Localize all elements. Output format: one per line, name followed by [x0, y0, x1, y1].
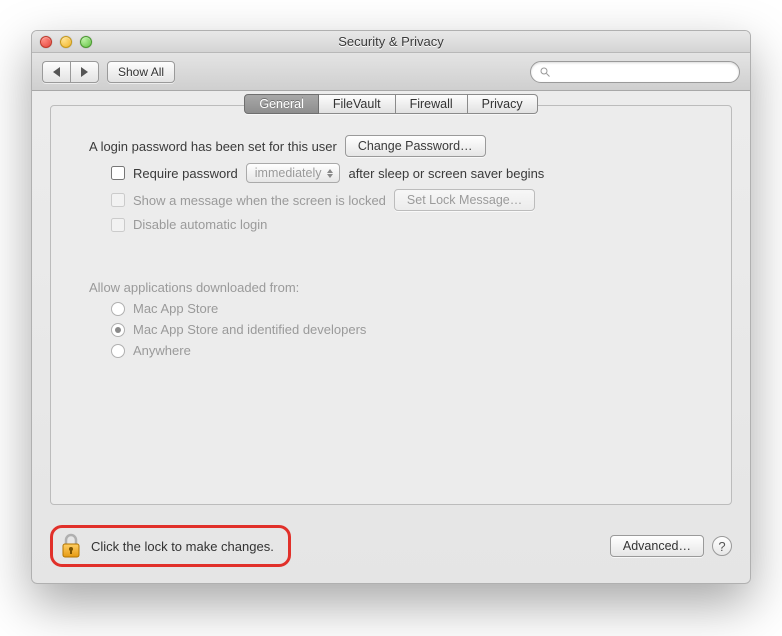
gatekeeper-radio-identified: [111, 323, 125, 337]
tab-general[interactable]: General: [244, 94, 318, 114]
search-input[interactable]: [555, 64, 731, 80]
chevron-right-icon: [81, 67, 88, 77]
toolbar: Show All: [32, 53, 750, 91]
disable-auto-login-checkbox: [111, 218, 125, 232]
require-password-suffix: after sleep or screen saver begins: [348, 166, 544, 181]
require-password-label: Require password: [133, 166, 238, 181]
back-button[interactable]: [42, 61, 70, 83]
change-password-button[interactable]: Change Password…: [345, 135, 486, 157]
show-message-label: Show a message when the screen is locked: [133, 193, 386, 208]
traffic-lights: [32, 36, 92, 48]
tab-filevault[interactable]: FileVault: [319, 94, 396, 114]
tab-bar: General FileVault Firewall Privacy: [51, 94, 731, 114]
help-button[interactable]: ?: [712, 536, 732, 556]
chevron-left-icon: [53, 67, 60, 77]
minimize-icon[interactable]: [60, 36, 72, 48]
lock-icon: [59, 532, 83, 560]
show-all-button[interactable]: Show All: [107, 61, 175, 83]
window-title: Security & Privacy: [32, 34, 750, 49]
lock-text: Click the lock to make changes.: [91, 539, 274, 554]
general-tab-body: A login password has been set for this u…: [51, 125, 731, 384]
gatekeeper-heading: Allow applications downloaded from:: [89, 280, 299, 295]
disable-auto-login-label: Disable automatic login: [133, 217, 267, 232]
footer: Click the lock to make changes. Advanced…: [32, 519, 750, 583]
lock-callout[interactable]: Click the lock to make changes.: [50, 525, 291, 567]
tab-privacy[interactable]: Privacy: [468, 94, 538, 114]
panel: General FileVault Firewall Privacy A log…: [50, 105, 732, 505]
require-password-checkbox[interactable]: [111, 166, 125, 180]
advanced-button[interactable]: Advanced…: [610, 535, 704, 557]
nav-segment: [42, 61, 99, 83]
titlebar: Security & Privacy: [32, 31, 750, 53]
tab-firewall[interactable]: Firewall: [396, 94, 468, 114]
password-set-text: A login password has been set for this u…: [89, 139, 337, 154]
gatekeeper-radio-mas: [111, 302, 125, 316]
gatekeeper-radio-anywhere: [111, 344, 125, 358]
gatekeeper-option-identified: Mac App Store and identified developers: [133, 322, 366, 337]
preferences-window: Security & Privacy Show All General File…: [31, 30, 751, 584]
zoom-icon[interactable]: [80, 36, 92, 48]
search-field[interactable]: [530, 61, 740, 83]
require-password-delay-select[interactable]: immediately: [246, 163, 341, 183]
content-area: General FileVault Firewall Privacy A log…: [32, 91, 750, 519]
search-icon: [539, 66, 551, 78]
show-message-checkbox: [111, 193, 125, 207]
close-icon[interactable]: [40, 36, 52, 48]
gatekeeper-option-mas: Mac App Store: [133, 301, 218, 316]
require-password-delay-value: immediately: [255, 166, 322, 180]
set-lock-message-button: Set Lock Message…: [394, 189, 535, 211]
gatekeeper-option-anywhere: Anywhere: [133, 343, 191, 358]
stepper-arrows-icon: [327, 169, 333, 178]
forward-button[interactable]: [70, 61, 99, 83]
